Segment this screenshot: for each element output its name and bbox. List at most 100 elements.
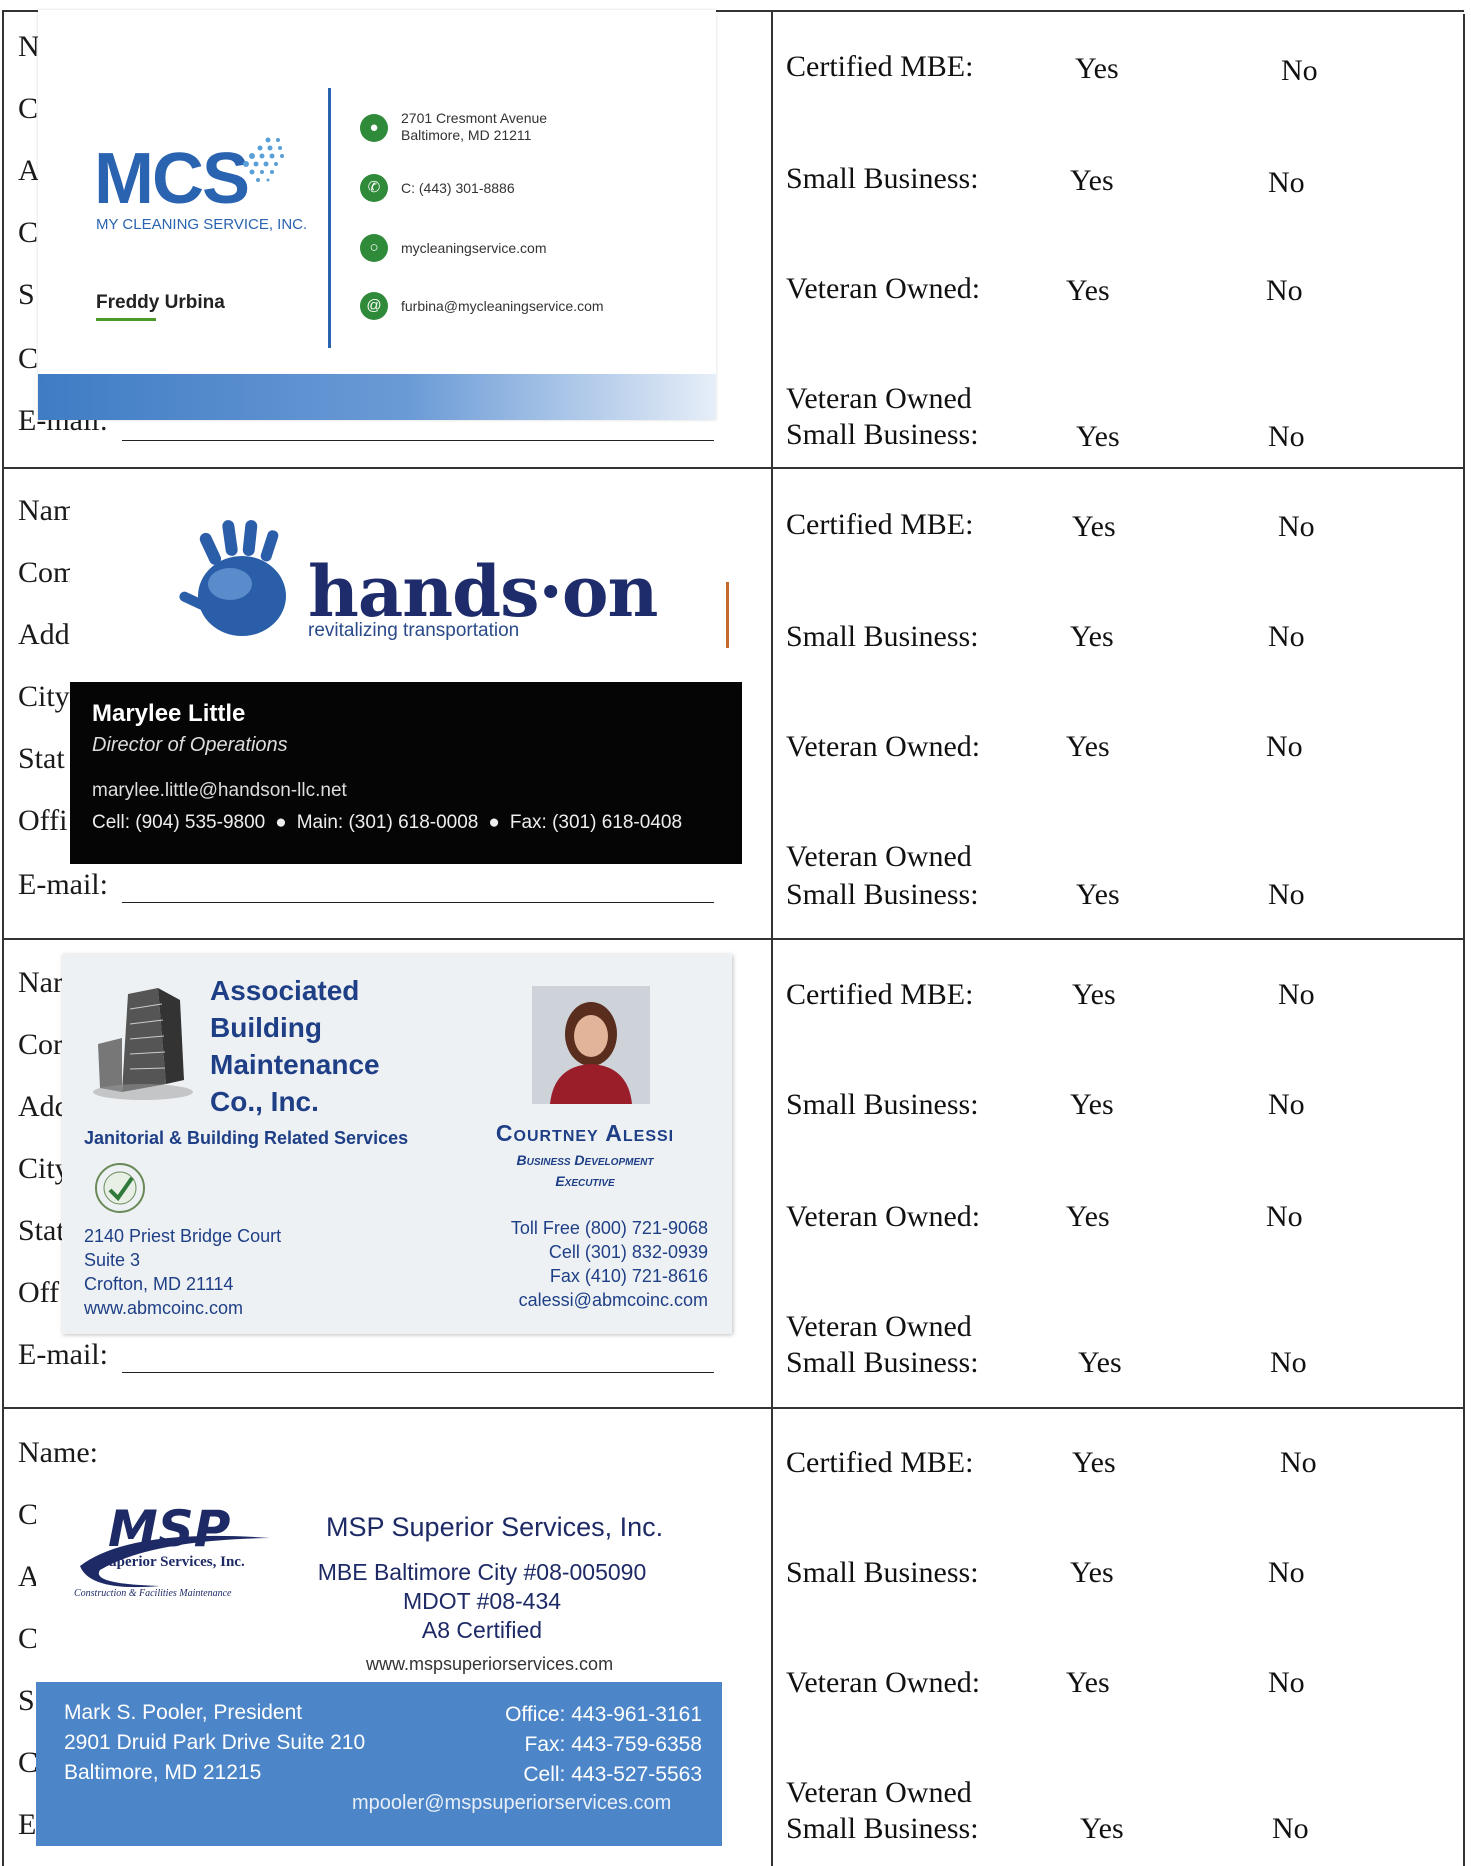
veteran-owned-yes[interactable]: Yes xyxy=(1066,730,1110,764)
email-field-line[interactable] xyxy=(122,902,714,903)
phone-icon: ✆ xyxy=(360,174,388,202)
contact-photo xyxy=(532,986,650,1104)
cell-number: Cell: (904) 535-9800 xyxy=(92,812,266,833)
small-business-no[interactable]: No xyxy=(1268,620,1305,654)
cell-number: Cell: 443-527-5563 xyxy=(523,1763,702,1786)
certifications: MBE Baltimore City #08-005090 MDOT #08-4… xyxy=(312,1558,652,1645)
vosb-yes[interactable]: Yes xyxy=(1078,1346,1122,1380)
website-link[interactable]: mycleaningservice.com xyxy=(401,240,547,257)
certified-mbe-label: Certified MBE: xyxy=(786,50,974,83)
vosb-label-line2: Small Business: xyxy=(786,878,979,911)
small-business-yes[interactable]: Yes xyxy=(1070,164,1114,198)
form-label: Stat xyxy=(18,1214,65,1247)
logo-subtitle-small: Construction & Facilities Maintenance xyxy=(74,1588,232,1599)
certified-mbe-no[interactable]: No xyxy=(1280,1446,1317,1480)
email-link[interactable]: furbina@mycleaningservice.com xyxy=(401,298,604,315)
small-business-yes[interactable]: Yes xyxy=(1070,1556,1114,1590)
phone: C: (443) 301-8886 xyxy=(401,180,515,196)
vosb-label-line1: Veteran Owned xyxy=(786,382,972,415)
vosb-label-line1: Veteran Owned xyxy=(786,1310,972,1343)
email-link[interactable]: mpooler@mspsuperiorservices.com xyxy=(352,1792,671,1815)
bullet-icon: ● xyxy=(275,812,287,833)
small-business-yes[interactable]: Yes xyxy=(1070,1088,1114,1122)
accent-line xyxy=(726,582,729,648)
email-field-line[interactable] xyxy=(122,1372,714,1373)
vosb-no[interactable]: No xyxy=(1272,1812,1309,1846)
veteran-owned-yes[interactable]: Yes xyxy=(1066,274,1110,308)
small-business-no[interactable]: No xyxy=(1268,1088,1305,1122)
certified-mbe-yes[interactable]: Yes xyxy=(1072,510,1116,544)
fax-number: Fax (410) 721-8616 xyxy=(549,1266,708,1286)
logo-subtitle: Superior Services, Inc. xyxy=(100,1554,245,1570)
company-subtitle: MY CLEANING SERVICE, INC. xyxy=(96,216,308,233)
website-link[interactable]: www.abmcoinc.com xyxy=(84,1296,281,1320)
company-name-line: Building xyxy=(210,1012,322,1043)
row-divider-3 xyxy=(2,1407,1464,1409)
address: 2140 Priest Bridge Court Suite 3 Crofton… xyxy=(84,1224,281,1320)
vosb-yes[interactable]: Yes xyxy=(1076,878,1120,912)
person-portrait-icon xyxy=(532,986,650,1104)
form-sheet: N C A C S C E-mail: Nam Com Add City Sta… xyxy=(0,0,1471,1866)
vosb-label-line1: Veteran Owned xyxy=(786,840,972,873)
veteran-owned-yes[interactable]: Yes xyxy=(1066,1666,1110,1700)
small-business-no[interactable]: No xyxy=(1268,1556,1305,1590)
contact-name: Courtney Alessi xyxy=(495,1120,675,1146)
form-label: Nar xyxy=(18,966,63,999)
building-logo-icon xyxy=(93,988,193,1100)
small-business-label: Small Business: xyxy=(786,1556,979,1589)
contact-title: Director of Operations xyxy=(92,734,288,756)
veteran-owned-label: Veteran Owned: xyxy=(786,730,981,763)
veteran-owned-no[interactable]: No xyxy=(1268,1666,1305,1700)
certified-mbe-no[interactable]: No xyxy=(1281,54,1318,88)
address-line: Baltimore, MD 21215 xyxy=(64,1761,262,1784)
form-label: E xyxy=(18,1808,37,1841)
email-link[interactable]: calessi@abmcoinc.com xyxy=(511,1288,708,1312)
address-line: Crofton, MD 21114 xyxy=(84,1274,234,1294)
certified-mbe-yes[interactable]: Yes xyxy=(1072,1446,1116,1480)
form-label: C xyxy=(18,1498,39,1531)
green-seal-icon xyxy=(95,1163,145,1213)
form-label: Nam xyxy=(18,494,77,527)
certified-mbe-yes[interactable]: Yes xyxy=(1072,978,1116,1012)
company-name-line: Maintenance xyxy=(210,1049,380,1080)
form-label: Com xyxy=(18,556,77,589)
form-label: S xyxy=(18,278,35,311)
veteran-owned-no[interactable]: No xyxy=(1266,1200,1303,1234)
vosb-no[interactable]: No xyxy=(1268,878,1305,912)
fax-number: Fax: 443-759-6358 xyxy=(524,1733,702,1756)
business-card-msp: MSP Superior Services, Inc. Construction… xyxy=(36,1476,736,1846)
cell-number: Cell (301) 832-0939 xyxy=(548,1242,708,1262)
vosb-no[interactable]: No xyxy=(1268,420,1305,454)
certified-mbe-no[interactable]: No xyxy=(1278,978,1315,1012)
certified-mbe-no[interactable]: No xyxy=(1278,510,1315,544)
address-line: 2140 Priest Bridge Court xyxy=(84,1226,282,1246)
small-business-no[interactable]: No xyxy=(1268,166,1305,200)
vosb-yes[interactable]: Yes xyxy=(1076,420,1120,454)
veteran-owned-yes[interactable]: Yes xyxy=(1066,1200,1110,1234)
form-label: Cor xyxy=(18,1028,63,1061)
small-business-yes[interactable]: Yes xyxy=(1070,620,1114,654)
fax-number: Fax: (301) 618-0408 xyxy=(509,812,683,833)
email-link[interactable]: marylee.little@handson-llc.net xyxy=(92,780,347,802)
email-label: E-mail: xyxy=(18,868,108,901)
form-label: C xyxy=(18,216,39,249)
services-tagline: Janitorial & Building Related Services xyxy=(84,1128,409,1148)
email-field-line[interactable] xyxy=(122,440,714,441)
contact-numbers: Office: 443-961-3161 Fax: 443-759-6358 C… xyxy=(505,1700,702,1790)
veteran-owned-no[interactable]: No xyxy=(1266,730,1303,764)
vosb-yes[interactable]: Yes xyxy=(1080,1812,1124,1846)
address-line: 2901 Druid Park Drive Suite 210 xyxy=(64,1731,366,1754)
form-label: Off xyxy=(18,1276,60,1309)
outer-right-border xyxy=(1463,14,1465,1866)
veteran-owned-no[interactable]: No xyxy=(1266,274,1303,308)
vosb-label-line2: Small Business: xyxy=(786,1812,979,1845)
vosb-no[interactable]: No xyxy=(1270,1346,1307,1380)
contact-name: Marylee Little xyxy=(92,700,246,727)
certified-mbe-label: Certified MBE: xyxy=(786,1446,974,1479)
veteran-owned-label: Veteran Owned: xyxy=(786,272,981,305)
website-link[interactable]: www.mspsuperiorservices.com xyxy=(366,1654,613,1675)
logo-dots-icon xyxy=(243,137,284,182)
certified-mbe-yes[interactable]: Yes xyxy=(1075,52,1119,86)
form-label: City xyxy=(18,680,70,713)
name-underline xyxy=(96,318,156,321)
